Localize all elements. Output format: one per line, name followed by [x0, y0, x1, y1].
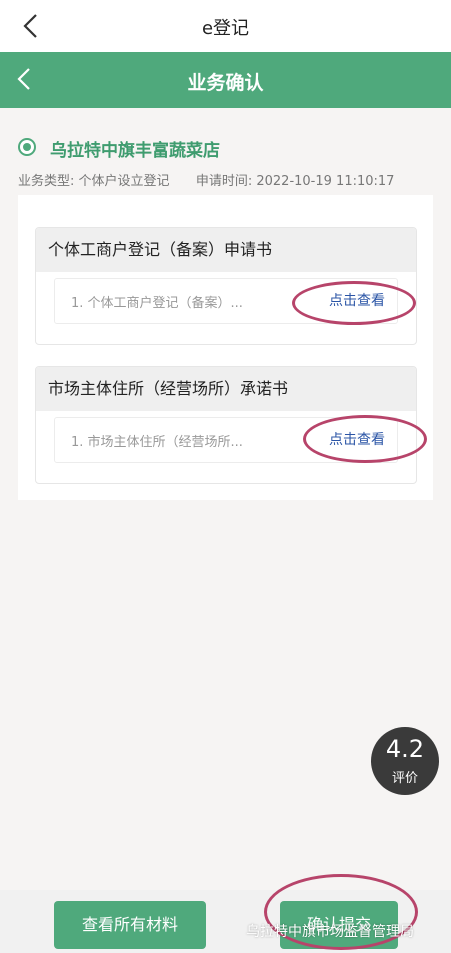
shop-name: 乌拉特中旗丰富蔬菜店 — [50, 141, 220, 161]
document-card: 市场主体住所（经营场所）承诺书 1. 市场主体住所（经营场所... 点击查看 — [35, 366, 417, 484]
apply-time-value: 2022-10-19 11:10:17 — [256, 174, 395, 189]
business-meta: 业务类型: 个体户设立登记 申请时间: 2022-10-19 11:10:17 — [18, 170, 394, 189]
document-card: 个体工商户登记（备案）申请书 1. 个体工商户登记（备案）... 点击查看 — [35, 227, 417, 345]
view-document-button[interactable]: 点击查看 — [321, 426, 393, 454]
document-title: 个体工商户登记（备案）申请书 — [36, 228, 416, 272]
page-title: 业务确认 — [187, 72, 264, 94]
apply-time-label: 申请时间: — [195, 174, 253, 189]
documents-panel: 个体工商户登记（备案）申请书 1. 个体工商户登记（备案）... 点击查看 市场… — [18, 195, 433, 500]
business-type-value: 个体户设立登记 — [78, 174, 170, 189]
radio-dot-icon — [18, 138, 36, 156]
rating-label: 评价 — [391, 771, 418, 786]
view-all-materials-button[interactable]: 查看所有材料 — [54, 901, 206, 949]
document-title: 市场主体住所（经营场所）承诺书 — [36, 367, 416, 411]
watermark: 乌拉特中旗市场监督管理局 — [246, 924, 414, 940]
rating-score: 4.2 — [385, 735, 425, 763]
document-item-name: 1. 市场主体住所（经营场所... — [71, 435, 243, 450]
business-type-label: 业务类型: — [18, 174, 75, 189]
top-nav-bar: e登记 — [0, 0, 451, 52]
rating-badge[interactable]: 4.2 评价 — [371, 727, 439, 795]
view-document-button[interactable]: 点击查看 — [321, 287, 393, 315]
nav-title: e登记 — [201, 18, 250, 39]
document-item-name: 1. 个体工商户登记（备案）... — [71, 296, 243, 311]
document-item: 1. 市场主体住所（经营场所... 点击查看 — [54, 417, 398, 463]
document-item: 1. 个体工商户登记（备案）... 点击查看 — [54, 278, 398, 324]
page-header: 业务确认 — [0, 52, 451, 108]
